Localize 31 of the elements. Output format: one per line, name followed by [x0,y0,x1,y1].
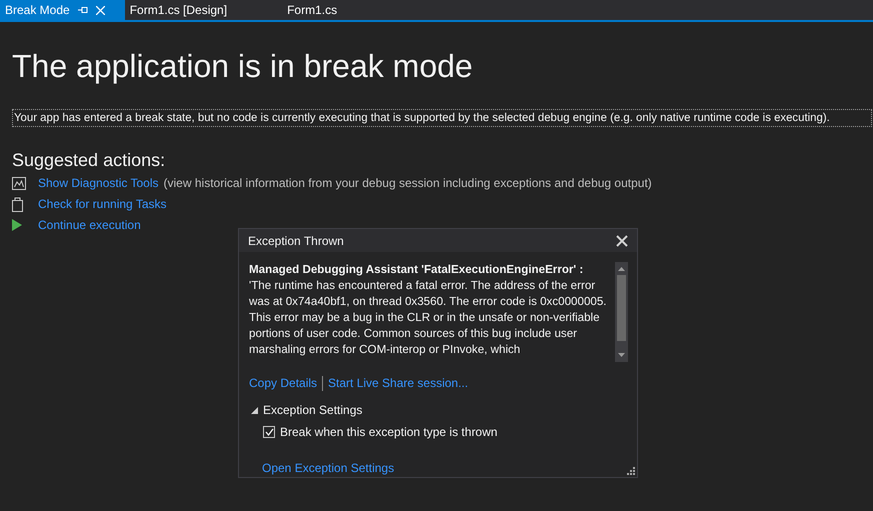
check-icon [264,428,274,436]
break-state-message: Your app has entered a break state, but no code is currently executing that is supported by the selected debug engine (e.g. only native runtime code is executing). [14,111,831,126]
popup-title: Exception Thrown [248,232,344,250]
resize-grip-icon[interactable] [627,467,635,475]
expander-icon[interactable] [251,406,258,414]
settings-link[interactable]: Open Exception Settings [262,459,394,477]
action-link[interactable]: Show Diagnostic Tools [38,174,159,192]
play-icon [12,219,22,231]
document-tab[interactable]: Form1.cs [247,0,378,20]
pin-icon[interactable] [78,6,88,14]
exception-message: 'The runtime has encountered a fatal error. The address of the error was at 0x74a40bf1, on thread 0x3560. The error code is 0xc0000005. This error may be a bug in the CLR or in the unsafe or non-verifiable portions of user code. Common sources of this bug include user marshaling errors for COM-interop or PInvoke, which [249,278,608,358]
section-title: Suggested actions: [12,149,166,172]
checkbox-label: Break when this exception type is thrown [280,424,498,441]
settings-title: Exception Settings [263,402,362,419]
scroll-up-icon[interactable] [618,267,625,272]
close-icon[interactable] [616,234,628,247]
action-note: (view historical information from your debug session including exceptions and debug output) [164,175,652,192]
chart-icon [12,176,26,190]
popup-link[interactable]: Copy Details [249,374,318,392]
scrollbar[interactable] [615,262,628,362]
exception-heading: Managed Debugging Assistant 'FatalExecutionEngineError' : [249,262,584,278]
popup-link[interactable]: Start Live Share session... [328,374,468,392]
action-link[interactable]: Continue execution [38,216,141,234]
clipboard-icon [12,196,23,212]
scrollbar-thumb[interactable] [617,275,626,342]
scroll-down-icon[interactable] [618,353,625,357]
document-tab[interactable]: Form1.cs [Design] [124,0,248,20]
action-link[interactable]: Check for running Tasks [38,195,167,213]
document-tab[interactable]: Break Mode [0,0,125,20]
page-heading: The application is in break mode [12,47,474,86]
checkbox[interactable] [263,426,275,438]
